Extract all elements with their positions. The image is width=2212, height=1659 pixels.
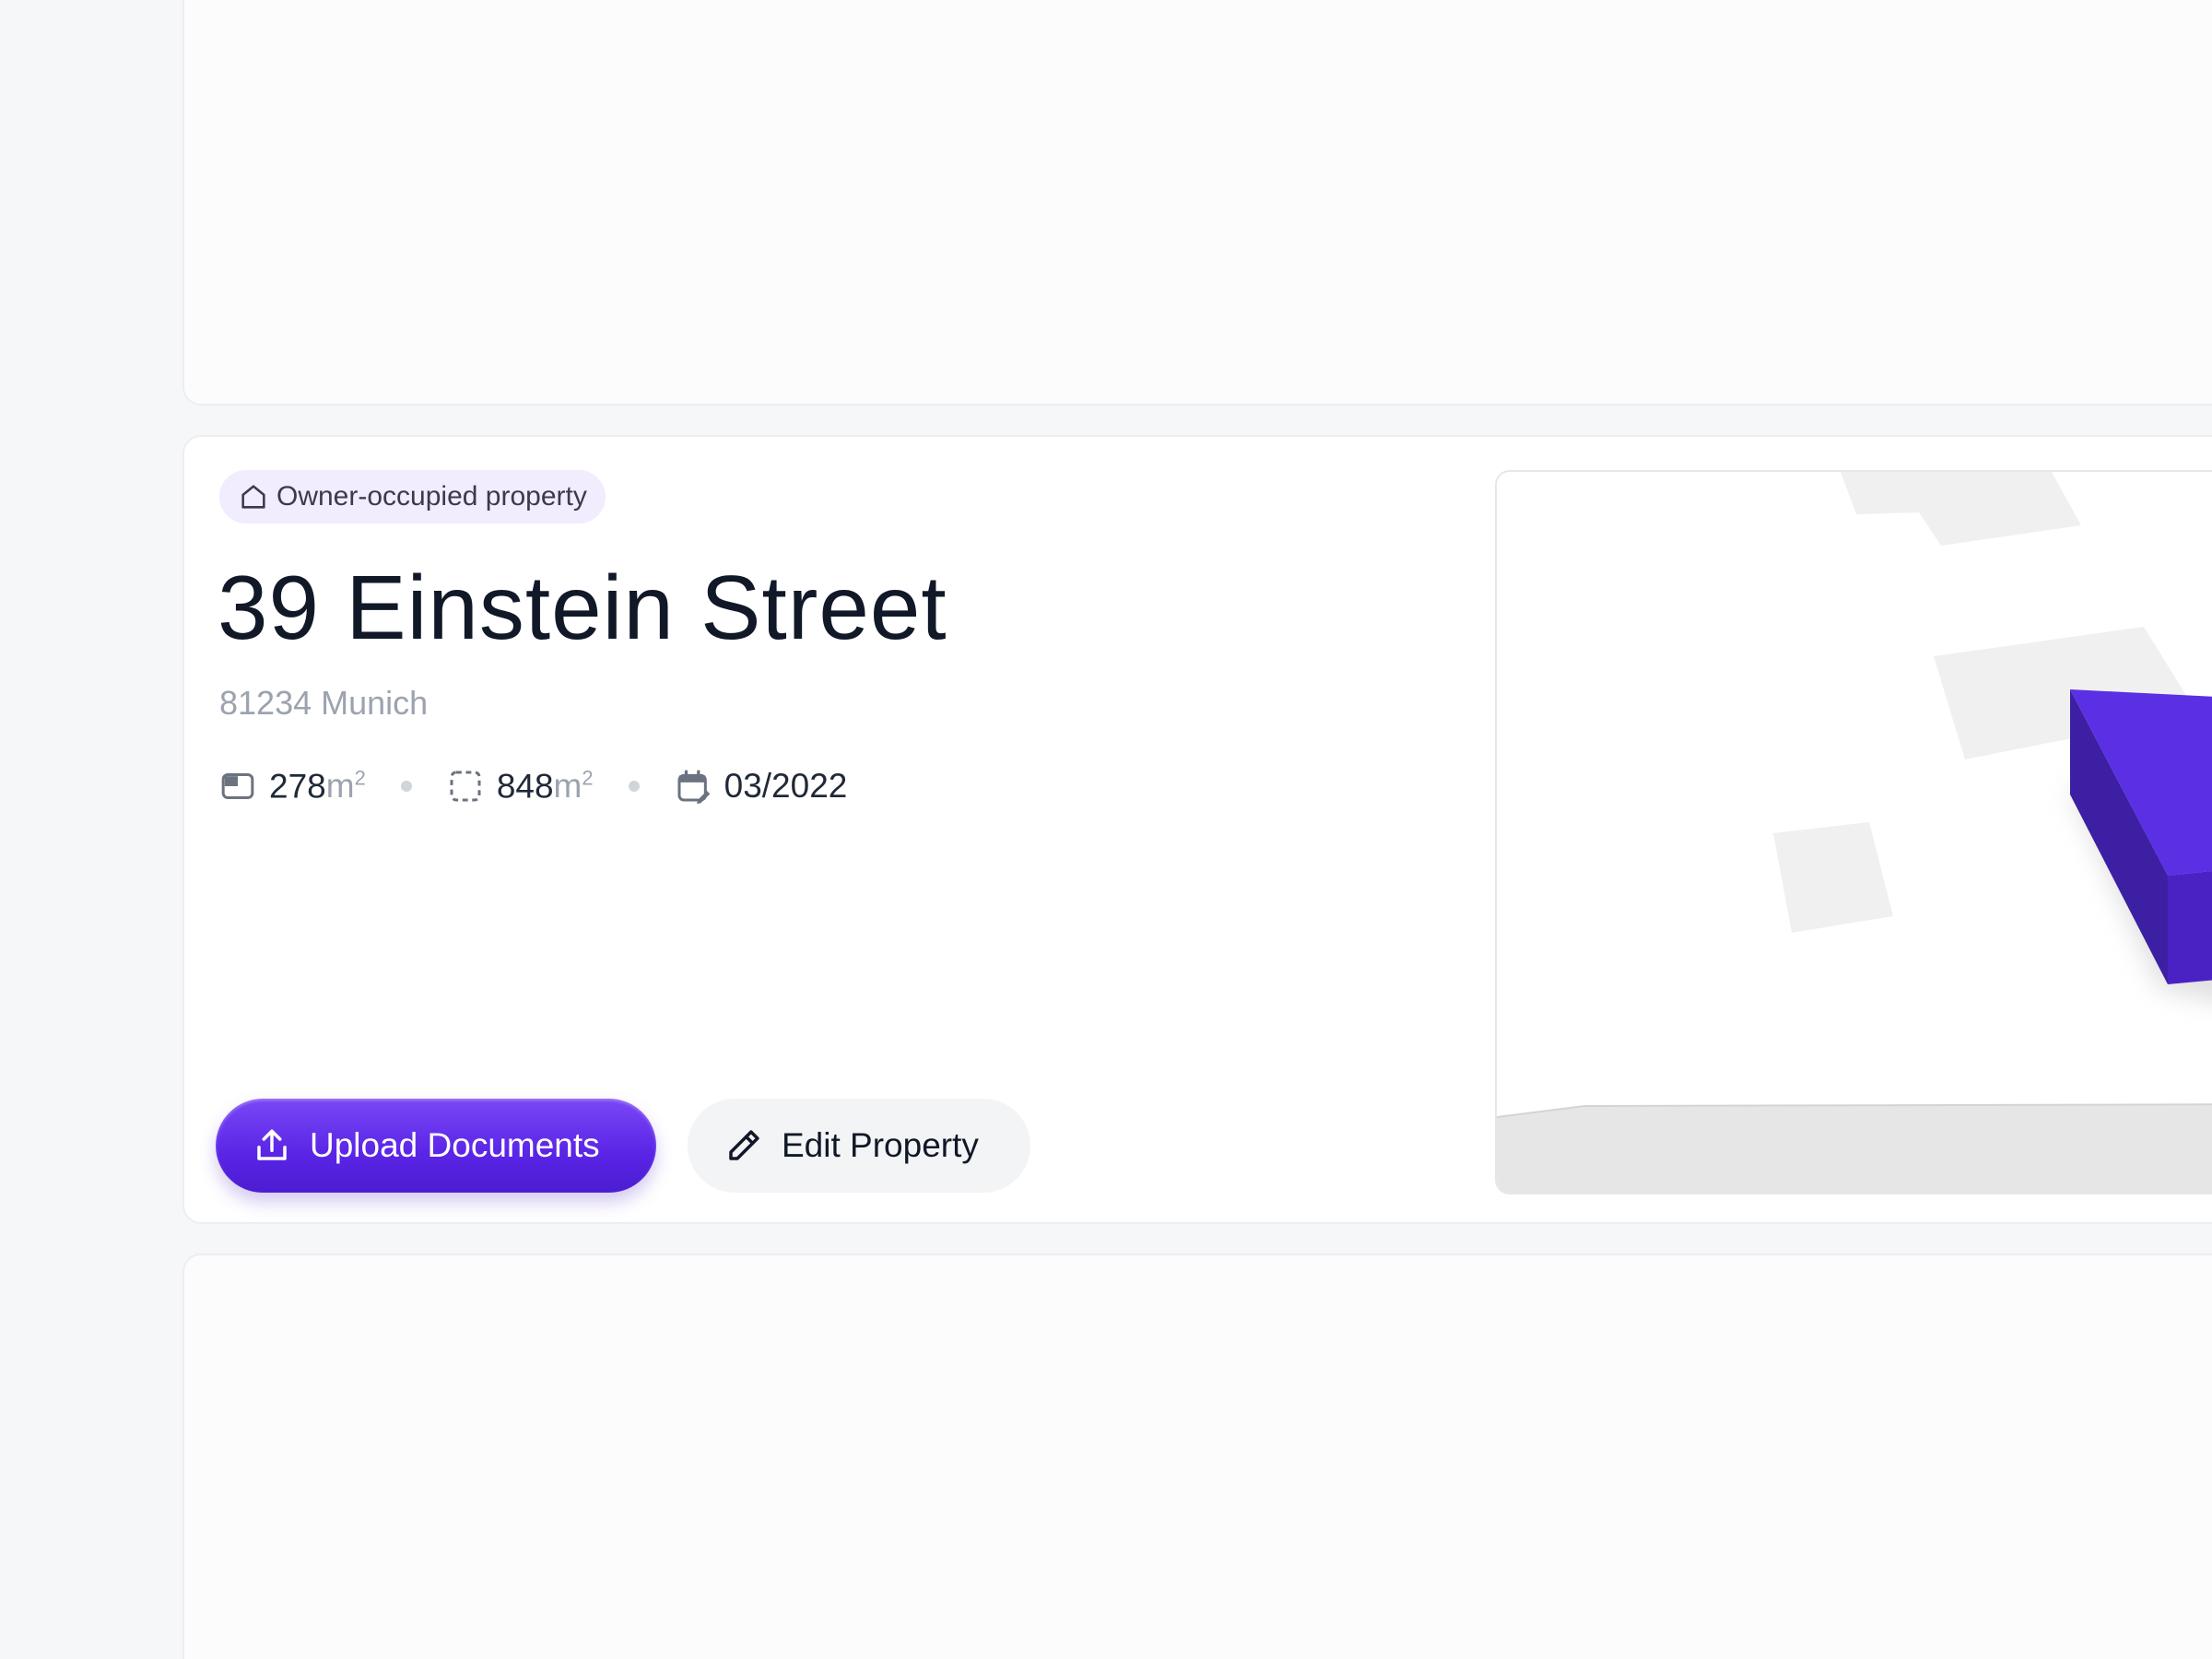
property-card: Owner-occupied property 39 Einstein Stre…	[182, 435, 2212, 1224]
property-3d-map[interactable]	[1495, 470, 2212, 1194]
property-card-next	[182, 1253, 2212, 1659]
living-area-unit: m2	[325, 766, 366, 806]
property-type-label: Owner-occupied property	[276, 481, 587, 512]
living-area-value: 278	[269, 767, 326, 806]
living-area-stat: 278m2	[219, 767, 366, 806]
upload-documents-button[interactable]: Upload Documents	[216, 1099, 656, 1193]
date-value: 03/2022	[724, 767, 848, 805]
plot-area-icon	[450, 771, 481, 802]
stat-separator	[628, 781, 640, 792]
upload-icon	[257, 1129, 287, 1160]
neighbor-building	[1773, 822, 1893, 933]
edit-property-label: Edit Property	[782, 1126, 979, 1164]
upload-documents-label: Upload Documents	[310, 1126, 600, 1164]
plot-area-stat: 848m2	[447, 767, 594, 806]
pencil-icon	[729, 1130, 759, 1160]
edit-property-button[interactable]: Edit Property	[688, 1099, 1030, 1193]
ground-slab	[1497, 1104, 2212, 1193]
floor-area-icon	[221, 772, 254, 799]
page: Owner-occupied property 39 Einstein Stre…	[0, 0, 2212, 1659]
main-building-front	[2168, 870, 2212, 984]
home-icon	[241, 485, 265, 509]
calendar-edit-icon	[677, 770, 710, 805]
plot-area-unit: m2	[553, 766, 594, 806]
neighbor-building	[1841, 472, 2081, 546]
property-title: 39 Einstein Street	[218, 557, 947, 658]
property-type-badge: Owner-occupied property	[219, 470, 606, 524]
property-card-previous	[182, 0, 2212, 406]
property-location: 81234 Munich	[219, 684, 429, 722]
plot-area-value: 848	[496, 767, 554, 806]
property-stats: 278m2 848m2 03/2022	[219, 763, 847, 809]
date-stat: 03/2022	[675, 767, 848, 806]
map-3d-scene	[1497, 472, 2212, 1193]
stat-separator	[400, 781, 412, 792]
